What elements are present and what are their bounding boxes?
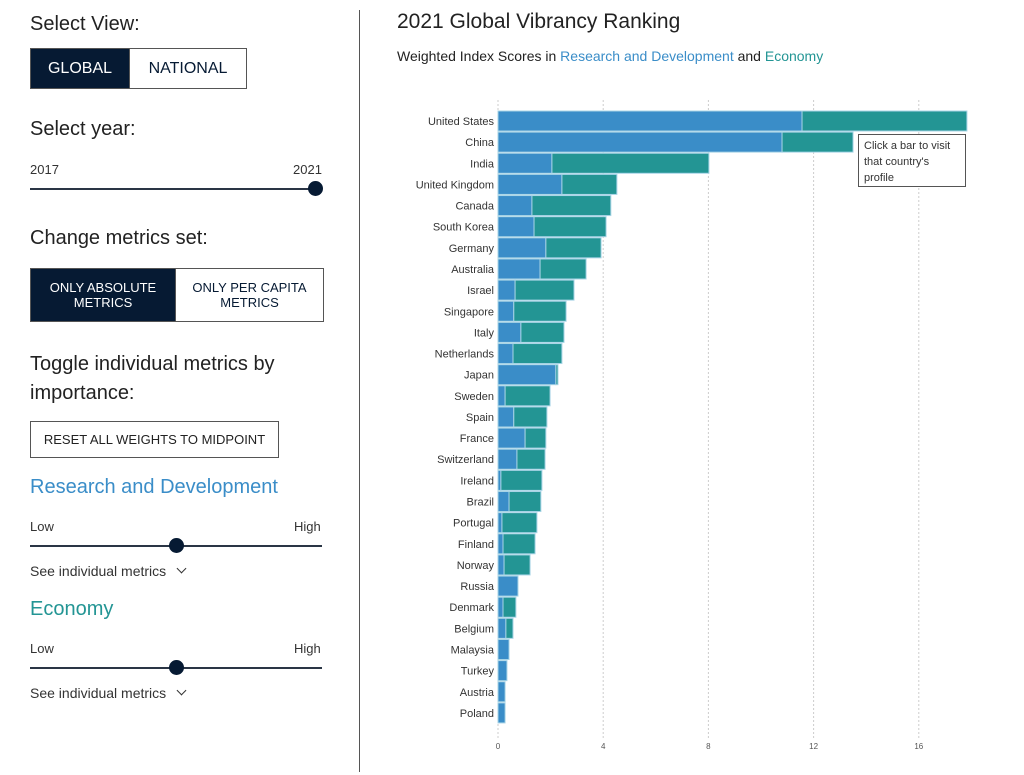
bar-rd[interactable]	[497, 364, 557, 386]
ranking-bar-chart: 0 4 8 12 16 United States China India United Kin…	[416, 100, 968, 751]
bar-rd[interactable]	[497, 300, 515, 322]
bar-economy[interactable]	[801, 110, 968, 132]
country-label: Norway	[457, 560, 495, 572]
bar-rd[interactable]	[497, 406, 515, 428]
bar-economy[interactable]	[508, 491, 542, 513]
bar-rd[interactable]	[497, 681, 506, 703]
bar-rd[interactable]	[497, 660, 508, 682]
bar-economy[interactable]	[502, 533, 536, 555]
country-label: United States	[428, 116, 495, 128]
country-label: Israel	[467, 285, 494, 297]
x-tick-label: 8	[706, 742, 711, 751]
country-label: France	[460, 433, 494, 445]
bar-economy[interactable]	[516, 448, 546, 470]
x-tick-label: 16	[914, 742, 923, 751]
country-label: Netherlands	[435, 349, 495, 361]
country-label: South Korea	[433, 222, 495, 234]
country-label: Italy	[474, 327, 495, 339]
bar-rd[interactable]	[497, 343, 514, 365]
bar-economy[interactable]	[512, 343, 563, 365]
country-label: Japan	[464, 370, 494, 382]
x-tick-label: 0	[496, 742, 501, 751]
bar-rd[interactable]	[497, 639, 510, 660]
country-label: Sweden	[454, 391, 494, 403]
bar-economy[interactable]	[514, 279, 575, 301]
bar-rd[interactable]	[497, 173, 563, 195]
bar-economy[interactable]	[555, 364, 559, 386]
bar-rd[interactable]	[497, 512, 503, 534]
bar-economy[interactable]	[524, 427, 547, 449]
bar-rd[interactable]	[497, 321, 522, 343]
bar-rd[interactable]	[497, 617, 507, 639]
country-label: Turkey	[461, 666, 495, 678]
bar-economy[interactable]	[513, 406, 548, 428]
country-label: Poland	[460, 708, 494, 720]
bar-rd[interactable]	[497, 702, 506, 724]
country-label: Denmark	[449, 602, 494, 614]
country-label: Finland	[458, 539, 494, 551]
country-label: Switzerland	[437, 454, 494, 466]
bar-economy[interactable]	[502, 596, 517, 618]
bar-economy[interactable]	[503, 554, 531, 576]
bar-economy[interactable]	[539, 258, 587, 280]
bar-rd[interactable]	[497, 195, 533, 217]
bar-economy[interactable]	[781, 131, 854, 153]
bar-economy[interactable]	[551, 152, 710, 174]
bar-economy[interactable]	[520, 321, 565, 343]
bar-economy[interactable]	[561, 173, 618, 195]
country-label: Austria	[460, 687, 495, 699]
x-tick-label: 12	[809, 742, 818, 751]
country-label: United Kingdom	[416, 179, 494, 191]
bar-rd[interactable]	[497, 575, 519, 597]
bar-economy[interactable]	[545, 237, 602, 259]
country-label: Ireland	[460, 475, 494, 487]
country-label: Singapore	[444, 306, 494, 318]
bar-rd[interactable]	[497, 216, 535, 238]
country-label: Australia	[451, 264, 495, 276]
country-label: Brazil	[466, 497, 494, 509]
bar-economy[interactable]	[504, 385, 551, 407]
bar-economy[interactable]	[533, 216, 607, 238]
country-label: India	[470, 158, 495, 170]
bar-rd[interactable]	[497, 491, 510, 513]
country-label: Russia	[460, 581, 495, 593]
country-label: Malaysia	[451, 645, 495, 657]
country-label: Spain	[466, 412, 494, 424]
bar-economy[interactable]	[505, 617, 514, 639]
bar-rd[interactable]	[497, 427, 526, 449]
bar-economy[interactable]	[531, 195, 612, 217]
bar-rd[interactable]	[497, 596, 504, 618]
bar-rd[interactable]	[497, 279, 516, 301]
bar-rd[interactable]	[497, 258, 541, 280]
bar-rd[interactable]	[497, 554, 505, 576]
bar-rd[interactable]	[497, 110, 803, 132]
country-label: China	[465, 137, 495, 149]
country-label: Belgium	[454, 623, 494, 635]
bar-rd[interactable]	[497, 152, 553, 174]
bar-rd[interactable]	[497, 237, 547, 259]
country-label: Germany	[449, 243, 495, 255]
tooltip: Click a bar to visit that country's prof…	[858, 134, 966, 187]
bar-economy[interactable]	[513, 300, 567, 322]
bar-rd[interactable]	[497, 448, 518, 470]
bar-economy[interactable]	[501, 512, 538, 534]
country-label: Portugal	[453, 518, 494, 530]
bar-rd[interactable]	[497, 385, 506, 407]
x-tick-label: 4	[601, 742, 606, 751]
country-label: Canada	[455, 201, 494, 213]
bar-economy[interactable]	[500, 469, 543, 491]
bar-rd[interactable]	[497, 533, 504, 555]
bar-rd[interactable]	[497, 131, 783, 153]
